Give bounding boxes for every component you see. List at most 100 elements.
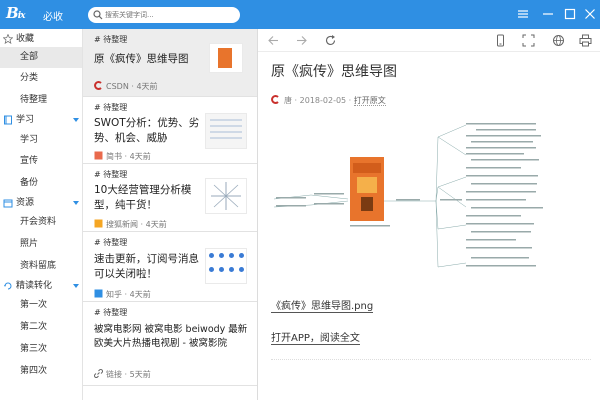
sidebar-item-label: 待整理 <box>20 95 48 105</box>
refresh-button[interactable] <box>324 34 337 47</box>
list-item[interactable]: # 待整理 速击更新，订阅号消息可以关闭啦！ 知乎 · 4天前 <box>83 232 257 302</box>
folder-icon <box>3 199 13 208</box>
chevron-down-icon[interactable] <box>73 201 79 206</box>
list-item[interactable]: # 待整理 原《疯传》思维导图 CSDN · 4天前 <box>83 29 257 97</box>
list-item[interactable]: # 待整理 10大经营管理分析模型，纯干货！ 搜狐新闻 · 4天前 <box>83 164 257 232</box>
sidebar-item-label: 第四次 <box>20 366 48 376</box>
back-button[interactable] <box>267 34 280 47</box>
close-icon <box>585 9 595 19</box>
card-thumbnail <box>205 248 247 284</box>
print-button[interactable] <box>579 34 592 47</box>
refresh-icon <box>325 35 336 46</box>
sidebar-item-label: 照片 <box>20 239 39 249</box>
card-title: 原《疯传》思维导图 <box>94 53 189 65</box>
sidebar-group-resources[interactable]: 资源 <box>0 193 82 214</box>
sidebar-item-backup[interactable]: 备份 <box>0 173 82 194</box>
sidebar-item-study[interactable]: 学习 <box>0 130 82 151</box>
tag-label: # 待整理 <box>94 238 128 247</box>
mindmap-image <box>273 123 543 268</box>
card-source: 简书 · 4天前 <box>94 151 151 161</box>
sidebar-item-all[interactable]: 全部 <box>0 47 82 68</box>
globe-icon <box>553 35 564 46</box>
sidebar-item-fourth[interactable]: 第四次 <box>0 361 82 382</box>
sidebar-item-photos[interactable]: 照片 <box>0 234 82 255</box>
search-box[interactable] <box>88 7 240 23</box>
sidebar-item-label: 第二次 <box>20 322 48 332</box>
attachment-link[interactable]: 《疯传》思维导图.png <box>271 297 374 313</box>
author-name: 唐 <box>284 96 292 105</box>
sidebar-group-study[interactable]: 学习 <box>0 110 82 131</box>
browser-button[interactable] <box>552 34 565 47</box>
sidebar-item-label: 备份 <box>20 178 39 188</box>
title-bar: Bix 必收 <box>0 0 600 29</box>
tag-label: # 待整理 <box>94 308 128 317</box>
sidebar: 收藏 全部 分类 待整理 学习 学习 宣传 备份 资源 开会资料 照片 资料留底… <box>0 29 83 400</box>
chevron-down-icon[interactable] <box>73 118 79 123</box>
note-list: # 待整理 原《疯传》思维导图 CSDN · 4天前 # 待整理 SWOT分析：… <box>83 29 258 400</box>
chevron-down-icon[interactable] <box>73 284 79 289</box>
sidebar-item-label: 宣传 <box>20 156 39 166</box>
sidebar-item-label: 资料留底 <box>20 261 57 271</box>
sidebar-item-label: 资源 <box>16 198 35 208</box>
fullscreen-icon <box>522 34 535 47</box>
sidebar-item-promo[interactable]: 宣传 <box>0 151 82 172</box>
book-icon <box>4 115 12 125</box>
minimize-icon <box>543 13 553 15</box>
sidebar-item-label: 收藏 <box>16 34 35 44</box>
fullscreen-button[interactable] <box>522 34 535 47</box>
toolbar-divider <box>258 51 600 52</box>
minimize-button[interactable] <box>540 6 556 22</box>
sidebar-item-second[interactable]: 第二次 <box>0 317 82 338</box>
arrow-left-icon <box>268 36 278 45</box>
arrow-right-icon <box>297 36 307 45</box>
article-meta: 唐 · 2018-02-05 · 打开原文 <box>271 95 386 106</box>
sidebar-item-category[interactable]: 分类 <box>0 68 82 89</box>
close-button[interactable] <box>582 6 598 22</box>
sohu-icon <box>94 219 103 228</box>
printer-icon <box>579 34 592 47</box>
sidebar-item-label: 分类 <box>20 73 39 83</box>
csdn-icon <box>271 95 279 104</box>
jianshu-icon <box>94 151 103 160</box>
sidebar-item-label: 学习 <box>20 135 39 145</box>
list-item[interactable]: # 待整理 被窝电影网 被窝电影 beiwody 最新欧美大片热播电视剧 - 被… <box>83 302 257 386</box>
star-icon <box>3 34 13 44</box>
card-title: 速击更新，订阅号消息可以关闭啦！ <box>94 253 199 280</box>
content-divider <box>271 359 591 360</box>
open-original-link[interactable]: 打开原文 <box>353 96 386 106</box>
open-app-link[interactable]: 打开APP，阅读全文 <box>271 329 360 345</box>
card-source: CSDN · 4天前 <box>94 81 158 91</box>
card-thumbnail <box>205 113 247 149</box>
zhihu-icon <box>94 289 103 298</box>
card-title: 10大经营管理分析模型，纯干货！ <box>94 184 192 211</box>
search-icon <box>93 10 103 20</box>
card-title: 被窝电影网 被窝电影 beiwody 最新欧美大片热播电视剧 - 被窝影院 <box>94 324 248 349</box>
sidebar-item-to-organize[interactable]: 待整理 <box>0 90 82 111</box>
search-input[interactable] <box>105 8 235 22</box>
card-source: 链接 · 5天前 <box>94 369 151 379</box>
menu-button[interactable] <box>515 6 531 22</box>
sidebar-item-third[interactable]: 第三次 <box>0 339 82 360</box>
list-item[interactable]: # 待整理 SWOT分析：优势、劣势、机会、威胁 简书 · 4天前 <box>83 97 257 164</box>
mobile-view-button[interactable] <box>494 34 507 47</box>
csdn-icon <box>94 81 102 90</box>
sidebar-item-label: 精读转化 <box>16 281 53 291</box>
card-title: SWOT分析：优势、劣势、机会、威胁 <box>94 117 200 144</box>
card-thumbnail <box>209 43 243 73</box>
sidebar-item-label: 第一次 <box>20 300 48 310</box>
sidebar-item-meeting-docs[interactable]: 开会资料 <box>0 212 82 233</box>
cycle-icon <box>4 282 12 290</box>
link-icon <box>94 369 103 378</box>
sidebar-item-first[interactable]: 第一次 <box>0 295 82 316</box>
menu-icon <box>518 10 528 18</box>
sidebar-group-intensive-reading[interactable]: 精读转化 <box>0 276 82 297</box>
maximize-button[interactable] <box>562 6 578 22</box>
publish-date: 2018-02-05 <box>299 96 347 105</box>
sidebar-item-archive[interactable]: 资料留底 <box>0 256 82 277</box>
sidebar-item-label: 开会资料 <box>20 217 57 227</box>
app-name: 必收 <box>43 12 63 23</box>
forward-button[interactable] <box>295 34 308 47</box>
article-pane: 原《疯传》思维导图 唐 · 2018-02-05 · 打开原文 《疯传》思维导图… <box>258 29 600 400</box>
card-source: 搜狐新闻 · 4天前 <box>94 219 167 229</box>
tag-label: # 待整理 <box>94 35 128 44</box>
